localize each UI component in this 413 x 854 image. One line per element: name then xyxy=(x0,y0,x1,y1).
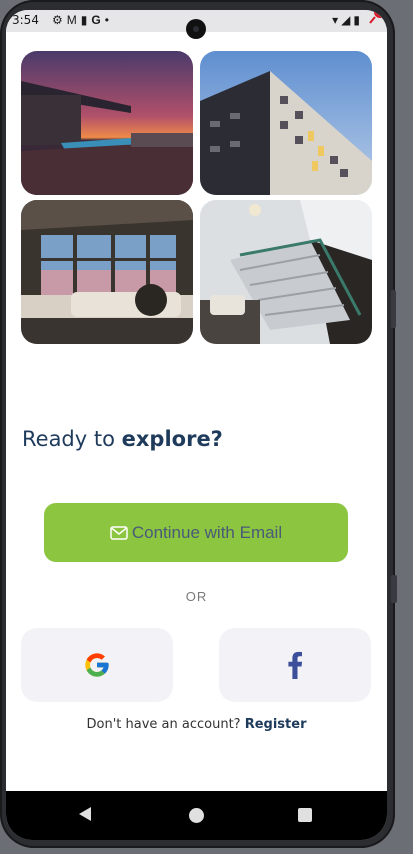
app-screen: 3:54 ⚙M▮G• ▾◢▮ Ready to explore? Continu… xyxy=(6,10,387,840)
or-divider: OR xyxy=(185,589,208,604)
headline-prefix: Ready to xyxy=(22,427,122,451)
google-icon: G xyxy=(91,13,105,27)
dot-icon: • xyxy=(104,13,113,27)
headline-emphasis: explore? xyxy=(121,427,223,451)
living-room-image xyxy=(21,200,193,344)
phone-frame: 3:54 ⚙M▮G• ▾◢▮ Ready to explore? Continu… xyxy=(0,0,397,848)
google-sign-in-button[interactable] xyxy=(21,628,173,702)
continue-with-email-label: Continue with Email xyxy=(131,522,283,542)
gallery-tile-staircase xyxy=(200,200,372,344)
register-link[interactable]: Register xyxy=(245,717,307,732)
continue-with-email-button[interactable]: Continue with Email xyxy=(44,503,348,562)
signal-icon: ◢ xyxy=(341,13,354,27)
wifi-icon: ▾ xyxy=(332,13,342,27)
recent-apps-icon[interactable] xyxy=(298,808,312,822)
page-title: Ready to explore? xyxy=(22,427,223,451)
facebook-sign-in-button[interactable] xyxy=(219,628,371,702)
gmail-icon: M xyxy=(66,13,81,27)
register-prompt: Don't have an account? Register xyxy=(6,717,387,732)
battery-saver-icon: ▮ xyxy=(80,13,92,27)
front-camera xyxy=(186,19,206,39)
gallery-tile-rooftop-pool xyxy=(21,51,193,195)
google-icon xyxy=(85,653,109,677)
register-prompt-text: Don't have an account? xyxy=(86,717,241,732)
status-system-icons: ▾◢▮ xyxy=(332,13,363,27)
home-icon[interactable] xyxy=(189,808,204,823)
apartment-building-image xyxy=(200,51,372,195)
rooftop-pool-image xyxy=(21,51,193,195)
system-nav-bar xyxy=(6,791,387,840)
facebook-icon xyxy=(288,651,303,679)
pin-icon xyxy=(369,10,386,24)
gallery-tile-living-room xyxy=(21,200,193,344)
status-notification-icons: ⚙M▮G• xyxy=(52,13,113,27)
side-button xyxy=(391,290,396,328)
back-icon[interactable] xyxy=(78,806,92,822)
staircase-image xyxy=(200,200,372,344)
gallery-tile-apartment-building xyxy=(200,51,372,195)
battery-icon: ▮ xyxy=(353,13,363,27)
mail-icon xyxy=(110,525,128,540)
status-time: 3:54 xyxy=(12,13,39,27)
volume-button xyxy=(391,575,397,603)
gear-icon: ⚙ xyxy=(52,13,67,27)
